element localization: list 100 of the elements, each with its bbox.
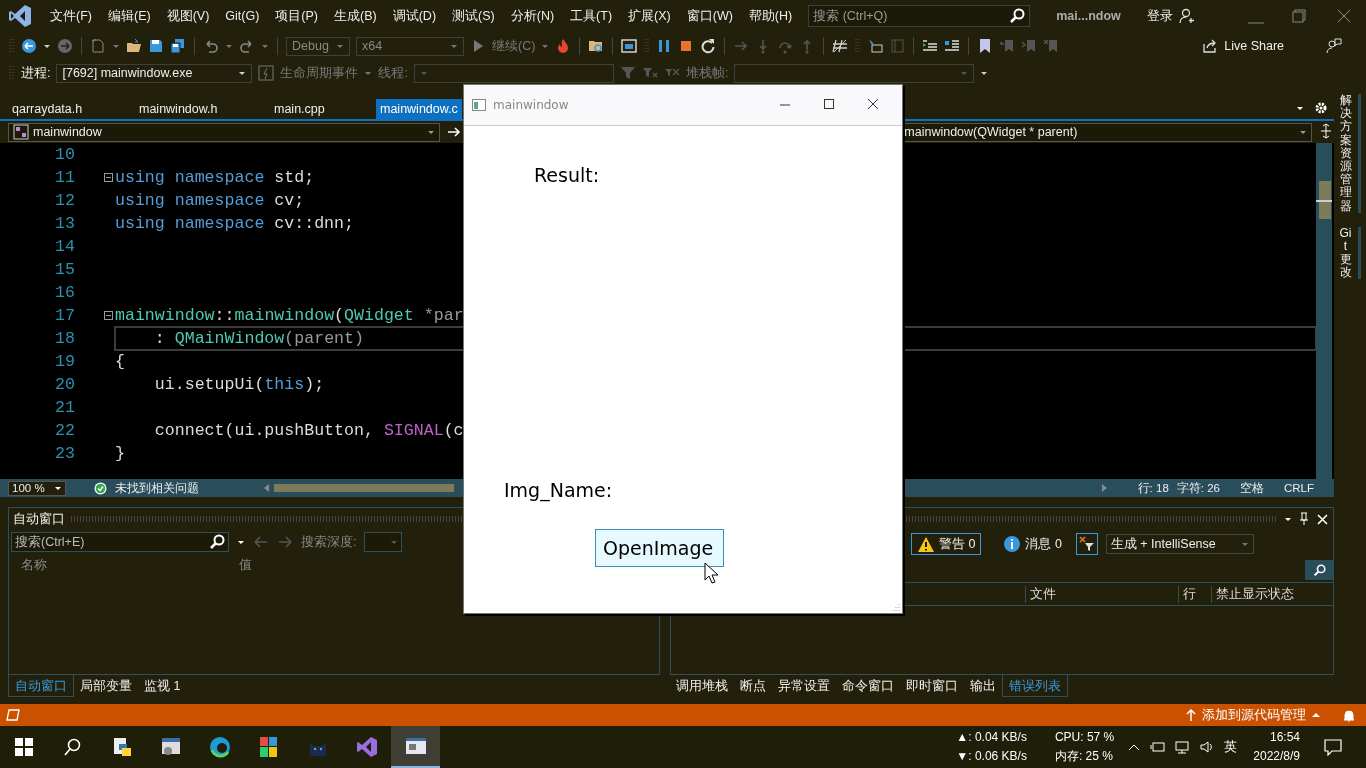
- caret-icon[interactable]: [1296, 105, 1304, 111]
- clock-date[interactable]: 2022/8/9: [1253, 747, 1300, 766]
- panel-tab[interactable]: 断点: [734, 675, 772, 697]
- visual-studio-icon[interactable]: [355, 736, 378, 758]
- document-tab[interactable]: mainwindow.c: [376, 99, 462, 119]
- grip-icon[interactable]: [854, 38, 862, 54]
- menu-item[interactable]: 编辑(E): [99, 7, 159, 25]
- close-icon[interactable]: [1316, 512, 1329, 526]
- menu-item[interactable]: 分析(N): [502, 7, 563, 25]
- threads-icon[interactable]: [832, 38, 849, 54]
- save-icon[interactable]: [148, 38, 164, 54]
- caret-icon[interactable]: [1299, 129, 1307, 135]
- save-all-icon[interactable]: [170, 38, 186, 54]
- caret-icon[interactable]: [54, 485, 62, 491]
- clear-filter-icon[interactable]: [1075, 533, 1098, 555]
- menu-item[interactable]: Git(G): [217, 9, 268, 23]
- messages-filter-button[interactable]: 消息 0: [997, 533, 1068, 555]
- network-icon[interactable]: [1175, 740, 1191, 754]
- search-icon[interactable]: [209, 534, 225, 550]
- search-icon[interactable]: [63, 738, 82, 756]
- platform-dropdown[interactable]: x64: [356, 36, 464, 56]
- search-field[interactable]: 搜索 (Ctrl+Q): [808, 5, 1031, 27]
- indent-icon[interactable]: [922, 38, 939, 54]
- feedback-icon[interactable]: [1326, 38, 1342, 54]
- folder-search-icon[interactable]: [588, 38, 605, 54]
- eol-status[interactable]: CRLF: [1283, 482, 1314, 494]
- menu-item[interactable]: 窗口(W): [678, 7, 741, 25]
- lifecycle-icon[interactable]: [258, 65, 275, 81]
- menu-item[interactable]: 帮助(H): [740, 7, 801, 25]
- source-control-button[interactable]: 添加到源代码管理: [1186, 706, 1320, 724]
- menu-item[interactable]: 项目(P): [267, 7, 326, 25]
- scroll-thumb[interactable]: [273, 484, 454, 492]
- windows-icon[interactable]: [15, 738, 33, 756]
- window-app-icon[interactable]: [159, 736, 182, 758]
- collapse-icon[interactable]: [104, 173, 113, 182]
- process-dropdown[interactable]: [7692] mainwindow.exe: [56, 63, 253, 83]
- caret-icon[interactable]: [237, 539, 245, 545]
- resize-grip-icon[interactable]: [892, 603, 901, 612]
- menu-item[interactable]: 扩展(X): [620, 7, 679, 25]
- folder-icon[interactable]: [126, 38, 142, 54]
- panel-tab[interactable]: 命令窗口: [836, 675, 900, 697]
- panel-tab[interactable]: 调用堆栈: [670, 675, 734, 697]
- column-header[interactable]: 名称: [21, 556, 47, 574]
- warnings-filter-button[interactable]: 警告 0: [911, 533, 982, 555]
- grip-icon[interactable]: [8, 38, 15, 54]
- window-icon[interactable]: [621, 38, 638, 54]
- menu-item[interactable]: 生成(B): [326, 7, 385, 25]
- search-field[interactable]: 搜索(Ctrl+E): [11, 532, 229, 552]
- caret-icon[interactable]: [43, 43, 51, 49]
- document-tab[interactable]: mainwindow.h: [135, 99, 270, 119]
- notifications-panel-icon[interactable]: [6, 709, 20, 721]
- search-icon[interactable]: [1312, 563, 1326, 577]
- caret-icon[interactable]: [980, 70, 989, 76]
- document-tab[interactable]: main.cpp: [270, 99, 376, 119]
- browser-icon[interactable]: [208, 736, 231, 758]
- lifecycle-events-button[interactable]: 生命周期事件: [280, 64, 359, 82]
- new-item-icon[interactable]: [90, 38, 106, 54]
- user-icon[interactable]: [1178, 8, 1195, 24]
- zoom-dropdown[interactable]: 100 %: [8, 480, 66, 496]
- input-method[interactable]: 英: [1224, 738, 1238, 756]
- open-image-button[interactable]: OpenImage: [595, 529, 724, 567]
- panel-tab[interactable]: 异常设置: [772, 675, 836, 697]
- continue-button[interactable]: 继续(C): [492, 37, 536, 55]
- panel-tab[interactable]: 错误列表: [1002, 675, 1068, 697]
- notification-icon[interactable]: [1324, 738, 1342, 756]
- caret-icon[interactable]: [238, 70, 247, 76]
- panel-tab[interactable]: 输出: [964, 675, 1002, 697]
- menu-item[interactable]: 测试(S): [444, 7, 503, 25]
- live-share-button[interactable]: Live Share: [1202, 38, 1284, 54]
- battery-icon[interactable]: [1150, 740, 1166, 754]
- column-header[interactable]: 禁止显示状态: [1211, 585, 1294, 603]
- side-tab[interactable]: 解决方案资源管理器: [1339, 94, 1361, 213]
- menu-item[interactable]: 调试(D): [384, 7, 445, 25]
- scope-dropdown[interactable]: 生成 + IntelliSense: [1105, 534, 1254, 554]
- panel-tab[interactable]: 自动窗口: [8, 675, 74, 697]
- back-icon[interactable]: [21, 38, 37, 54]
- column-header[interactable]: 值: [239, 556, 252, 574]
- window-app-icon[interactable]: [404, 735, 427, 757]
- restart-icon[interactable]: [700, 38, 717, 54]
- scrollbar[interactable]: [1316, 143, 1332, 479]
- column-header[interactable]: 行: [1178, 585, 1211, 603]
- tiles-icon[interactable]: [257, 736, 280, 758]
- scope-dropdown[interactable]: mainwindow: [8, 122, 440, 142]
- configuration-dropdown[interactable]: Debug: [286, 36, 350, 56]
- outdent-icon[interactable]: [944, 38, 961, 54]
- search-icon[interactable]: [1009, 8, 1026, 24]
- member-dropdown[interactable]: mainwindow(QWidget * parent): [903, 122, 1312, 142]
- login-link[interactable]: 登录: [1146, 7, 1173, 25]
- split-icon[interactable]: [1318, 123, 1334, 141]
- scroll-right-icon[interactable]: [1101, 484, 1108, 492]
- chevron-up-icon[interactable]: [1128, 742, 1141, 752]
- menu-item[interactable]: 文件(F): [42, 7, 100, 25]
- scroll-left-icon[interactable]: [263, 484, 270, 492]
- side-tab[interactable]: Git 更改: [1339, 226, 1361, 280]
- grip-icon[interactable]: [643, 38, 651, 54]
- redo-icon[interactable]: [239, 38, 255, 54]
- share-icon[interactable]: [1202, 38, 1219, 54]
- panel-tab[interactable]: 即时窗口: [900, 675, 964, 697]
- menu-item[interactable]: 工具(T): [562, 7, 621, 25]
- undo-icon[interactable]: [203, 38, 219, 54]
